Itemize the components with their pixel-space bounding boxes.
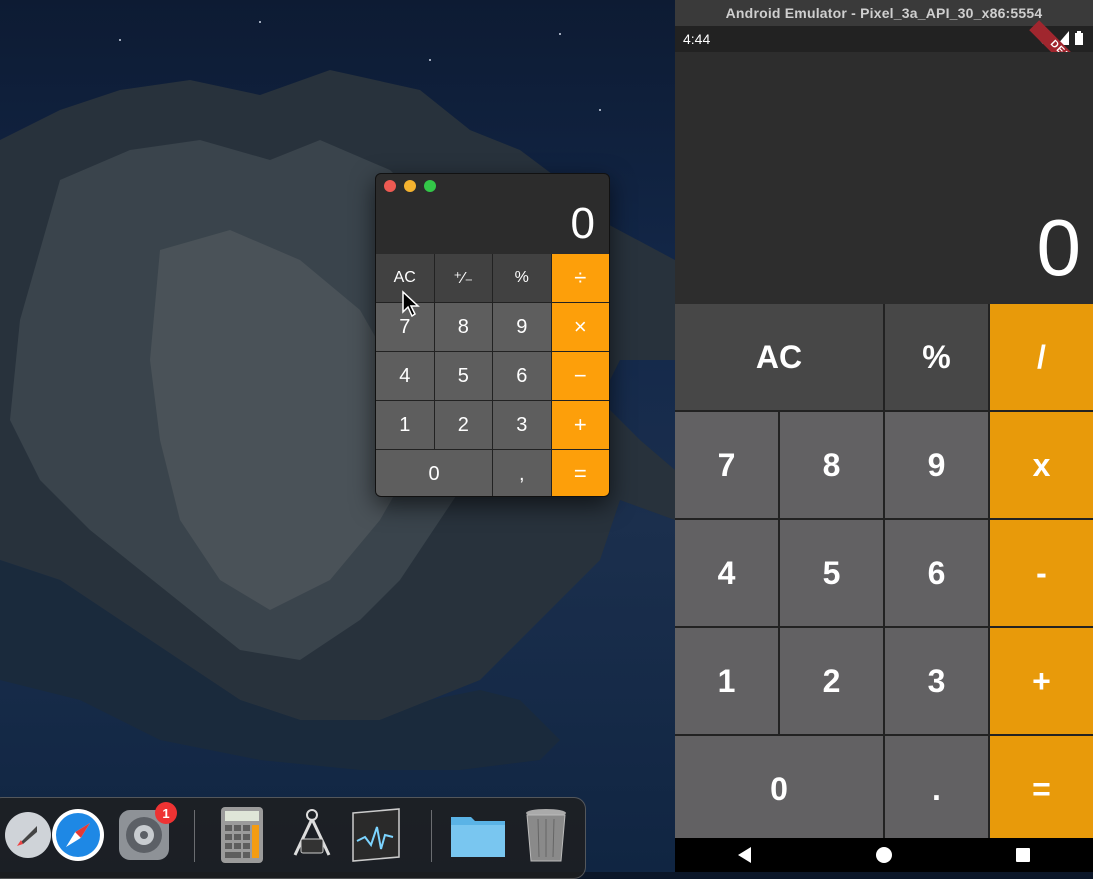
trash-icon[interactable] bbox=[517, 806, 575, 864]
mac-key-2[interactable]: 2 bbox=[434, 401, 492, 449]
android-key-ac[interactable]: AC bbox=[675, 304, 883, 410]
instruments-icon[interactable] bbox=[283, 806, 341, 864]
android-key-decimal[interactable]: . bbox=[885, 736, 988, 842]
android-emulator-window[interactable]: Android Emulator - Pixel_3a_API_30_x86:5… bbox=[675, 0, 1093, 872]
back-icon[interactable] bbox=[736, 846, 754, 864]
mac-calculator-display: 0 bbox=[570, 199, 595, 248]
dock: 1 bbox=[0, 797, 586, 879]
mac-key-4[interactable]: 4 bbox=[376, 352, 434, 400]
home-icon[interactable] bbox=[875, 846, 893, 864]
android-key-divide[interactable]: / bbox=[990, 304, 1093, 410]
android-key-percent[interactable]: % bbox=[885, 304, 988, 410]
mac-key-percent[interactable]: % bbox=[493, 254, 551, 302]
mac-key-plus-minus[interactable]: ⁺∕₋ bbox=[434, 254, 492, 302]
close-window-button[interactable] bbox=[384, 180, 396, 192]
notification-badge: 1 bbox=[155, 802, 177, 824]
android-key-2[interactable]: 2 bbox=[780, 628, 883, 734]
mac-key-1[interactable]: 1 bbox=[376, 401, 434, 449]
zoom-window-button[interactable] bbox=[424, 180, 436, 192]
downloads-folder-icon[interactable] bbox=[449, 806, 507, 864]
dock-separator bbox=[431, 810, 432, 862]
android-key-plus[interactable]: + bbox=[990, 628, 1093, 734]
android-key-8[interactable]: 8 bbox=[780, 412, 883, 518]
android-key-equals[interactable]: = bbox=[990, 736, 1093, 842]
mac-key-minus[interactable]: − bbox=[551, 352, 609, 400]
android-key-7[interactable]: 7 bbox=[675, 412, 778, 518]
android-key-5[interactable]: 5 bbox=[780, 520, 883, 626]
mac-key-plus[interactable]: + bbox=[551, 401, 609, 449]
mac-key-equals[interactable]: = bbox=[551, 450, 609, 496]
mouse-pointer-icon bbox=[402, 290, 420, 318]
mac-key-divide[interactable]: ÷ bbox=[551, 254, 609, 302]
recents-icon[interactable] bbox=[1014, 846, 1032, 864]
mac-key-6[interactable]: 6 bbox=[493, 352, 551, 400]
android-key-multiply[interactable]: x bbox=[990, 412, 1093, 518]
android-key-4[interactable]: 4 bbox=[675, 520, 778, 626]
android-key-6[interactable]: 6 bbox=[885, 520, 988, 626]
mac-key-5[interactable]: 5 bbox=[434, 352, 492, 400]
android-key-1[interactable]: 1 bbox=[675, 628, 778, 734]
android-key-3[interactable]: 3 bbox=[885, 628, 988, 734]
calculator-icon[interactable] bbox=[213, 806, 271, 864]
mac-key-9[interactable]: 9 bbox=[493, 303, 551, 351]
mac-key-3[interactable]: 3 bbox=[493, 401, 551, 449]
mac-key-multiply[interactable]: × bbox=[551, 303, 609, 351]
safari-icon[interactable] bbox=[49, 806, 107, 864]
dock-separator bbox=[194, 810, 195, 862]
android-calculator-display: 0 bbox=[675, 52, 1093, 304]
mac-key-decimal-comma[interactable]: , bbox=[493, 450, 551, 496]
mac-calculator-titlebar[interactable] bbox=[376, 174, 609, 198]
android-nav-bar bbox=[675, 838, 1093, 872]
battery-icon bbox=[1075, 31, 1083, 45]
status-time: 4:44 bbox=[683, 31, 711, 47]
minimize-window-button[interactable] bbox=[404, 180, 416, 192]
android-key-minus[interactable]: - bbox=[990, 520, 1093, 626]
android-calculator-keypad: AC % / 7 8 9 x 4 5 6 - 1 2 3 + 0 . = bbox=[675, 304, 1093, 842]
mac-key-8[interactable]: 8 bbox=[434, 303, 492, 351]
android-key-9[interactable]: 9 bbox=[885, 412, 988, 518]
mac-key-0[interactable]: 0 bbox=[376, 450, 492, 496]
system-preferences-icon[interactable]: 1 bbox=[115, 802, 177, 864]
android-key-0[interactable]: 0 bbox=[675, 736, 883, 842]
activity-monitor-icon[interactable] bbox=[347, 806, 405, 864]
mac-calculator-window[interactable]: 0 AC ⁺∕₋ % ÷ 7 8 9 × 4 5 6 − 1 2 3 + 0 ,… bbox=[375, 173, 610, 497]
android-result-text: 0 bbox=[1036, 203, 1082, 292]
emulator-title: Android Emulator - Pixel_3a_API_30_x86:5… bbox=[675, 0, 1093, 26]
